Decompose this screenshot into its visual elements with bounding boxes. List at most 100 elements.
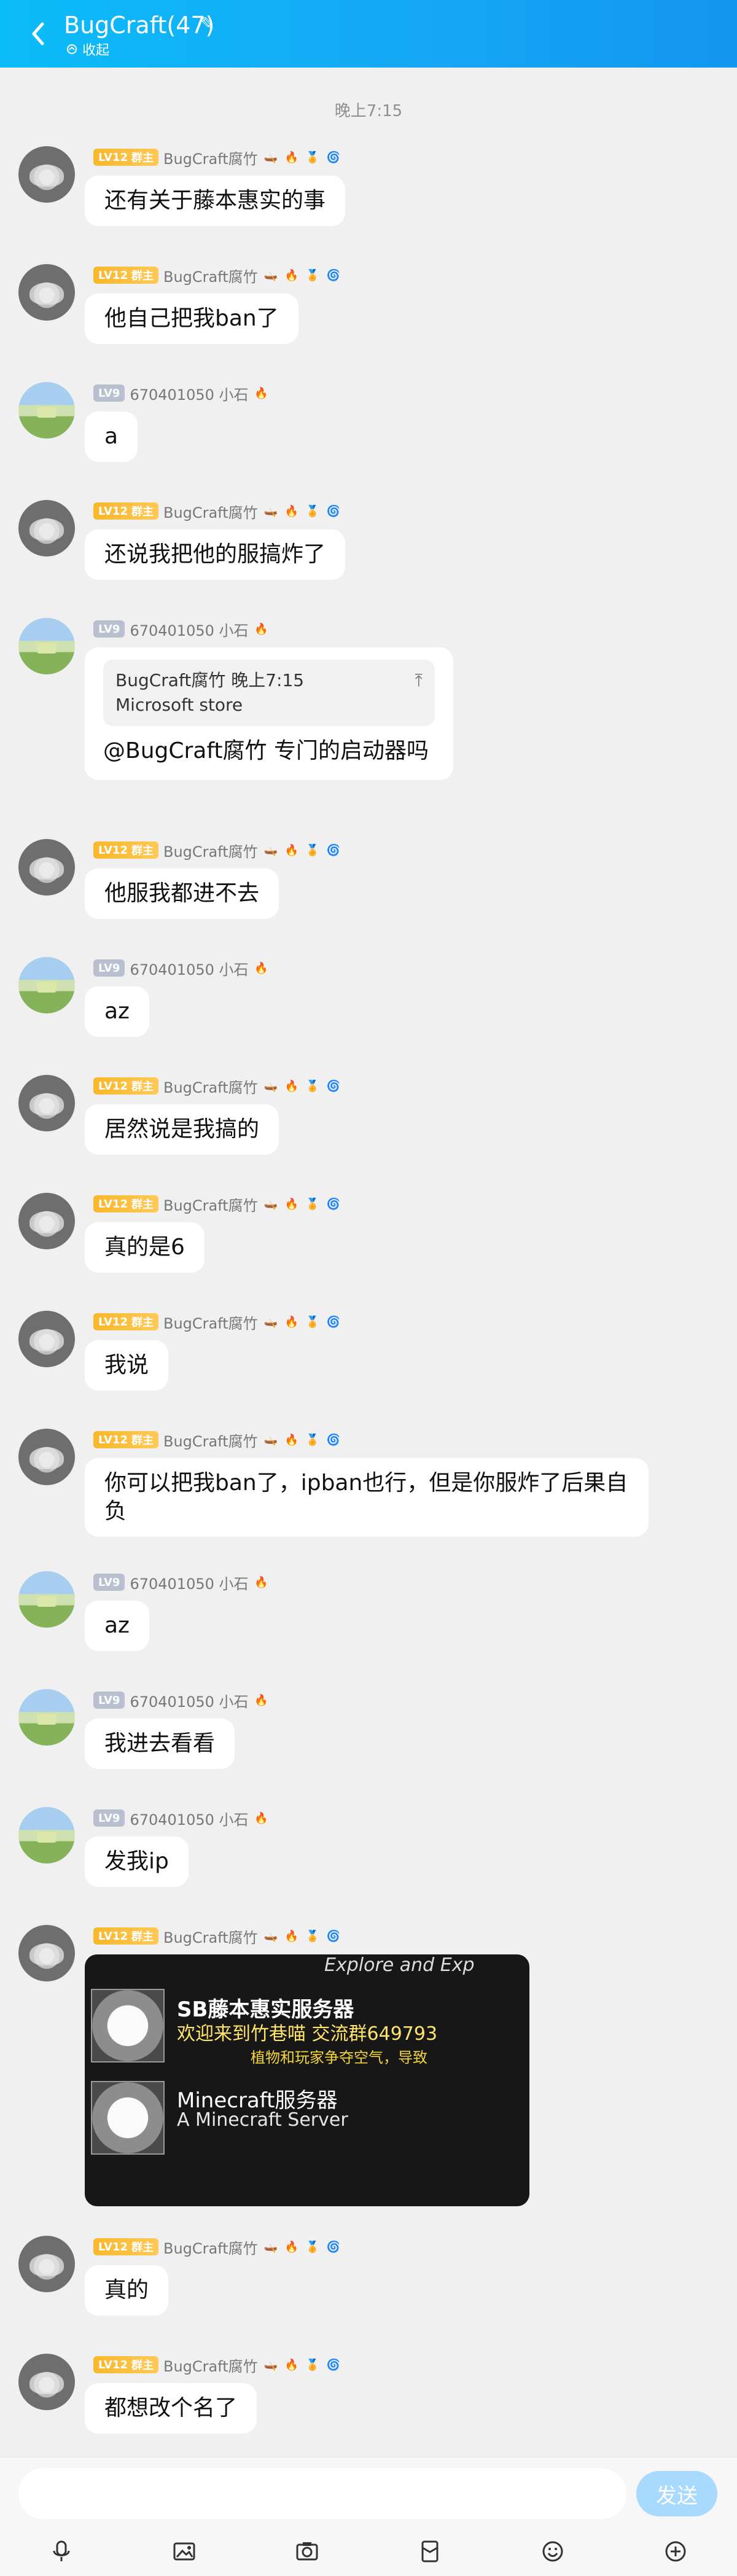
avatar[interactable] [18, 1925, 75, 1981]
message-input[interactable] [18, 2469, 626, 2519]
spiral-icon: 🌀 [326, 1929, 340, 1943]
message-meta: LV12 群主 BugCraft腐竹 🛶 🔥 🏅 🌀 [93, 2236, 341, 2258]
message-row: LV12 群主 BugCraft腐竹 🛶 🔥 🏅 🌀 你可以把我ban了，ipba… [0, 1429, 737, 1558]
message-bubble[interactable]: 居然说是我搞的 [85, 1104, 279, 1155]
avatar[interactable] [18, 1075, 75, 1131]
sender-name: BugCraft腐竹 [163, 1432, 258, 1450]
level-badge: LV9 [93, 384, 125, 402]
message-bubble[interactable]: a [85, 412, 138, 462]
message-bubble[interactable]: 真的 [85, 2265, 169, 2316]
message-bubble[interactable]: 我进去看看 [85, 1719, 235, 1769]
message-row: LV12 群主 BugCraft腐竹 🛶 🔥 🏅 🌀 我说 [0, 1311, 737, 1403]
boat-icon: 🛶 [263, 268, 278, 282]
spiral-icon: 🌀 [326, 1315, 340, 1329]
quoted-time: 晚上7:15 [231, 670, 305, 690]
avatar[interactable] [18, 2236, 75, 2292]
avatar[interactable] [18, 2354, 75, 2410]
avatar[interactable] [18, 1807, 75, 1864]
edit-icon[interactable]: ✎ [200, 14, 214, 34]
message-bubble[interactable]: 都想改个名了 [85, 2383, 257, 2434]
send-button[interactable]: 发送 [636, 2471, 717, 2516]
message-row: LV9 670401050 小石 🔥 发我ip [0, 1807, 737, 1899]
quoted-text: Microsoft store [115, 695, 243, 715]
mic-icon[interactable] [48, 2538, 75, 2565]
message-bubble[interactable]: 我说 [85, 1340, 169, 1391]
sender-name: 670401050 小石 [130, 961, 249, 978]
avatar[interactable] [18, 264, 75, 321]
avatar[interactable] [18, 1571, 75, 1628]
message-row: LV12 群主 BugCraft腐竹 🛶 🔥 🏅 🌀 居然说是我搞的 [0, 1075, 737, 1167]
chat-header: BugCraft(47) ✎ 收起 [0, 0, 737, 68]
avatar[interactable] [18, 146, 75, 203]
medal-icon: 🏅 [305, 1433, 319, 1446]
avatar[interactable] [18, 500, 75, 556]
message-bubble[interactable]: 发我ip [85, 1836, 189, 1887]
avatar[interactable] [18, 1689, 75, 1746]
boat-icon: 🛶 [263, 2358, 278, 2371]
medal-icon: 🏅 [305, 504, 319, 518]
image-line-2: 欢迎来到竹巷喵 交流群649793 [177, 2023, 438, 2045]
message-bubble[interactable]: BugCraft腐竹 晚上7:15 Microsoft store ⤒ @Bug… [85, 647, 453, 780]
level-badge: LV12 群主 [93, 1313, 158, 1330]
avatar[interactable] [18, 839, 75, 896]
message-bubble[interactable]: 他服我都进不去 [85, 868, 279, 919]
collapse-toggle[interactable]: 收起 [66, 39, 109, 59]
message-bubble[interactable]: 他自己把我ban了 [85, 294, 298, 344]
message-meta: LV9 670401050 小石 🔥 [93, 618, 270, 640]
medal-icon: 🏅 [305, 843, 319, 857]
avatar[interactable] [18, 957, 75, 1013]
fire-icon: 🔥 [254, 386, 268, 400]
message-bubble[interactable]: 真的是6 [85, 1222, 205, 1273]
message-bubble[interactable]: az [85, 1601, 149, 1651]
boat-icon: 🛶 [263, 1433, 278, 1446]
fire-icon: 🔥 [284, 504, 298, 518]
boat-icon: 🛶 [263, 504, 278, 518]
message-bubble[interactable]: 还说我把他的服搞炸了 [85, 529, 346, 580]
message-row: LV12 群主 BugCraft腐竹 🛶 🔥 🏅 🌀 他服我都进不去 [0, 839, 737, 931]
boat-icon: 🛶 [263, 1079, 278, 1093]
medal-icon: 🏅 [305, 150, 319, 164]
spiral-icon: 🌀 [326, 843, 340, 857]
boat-icon: 🛶 [263, 843, 278, 857]
medal-icon: 🏅 [305, 1929, 319, 1943]
sender-name: BugCraft腐竹 [163, 2357, 258, 2375]
emoji-icon[interactable] [539, 2538, 566, 2565]
jump-to-icon[interactable]: ⤒ [415, 668, 423, 693]
message-bubble[interactable]: az [85, 986, 149, 1037]
message-row: LV12 群主 BugCraft腐竹 🛶 🔥 🏅 🌀 还说我把他的服搞炸了 [0, 500, 737, 592]
back-button[interactable] [25, 18, 52, 49]
medal-icon: 🏅 [305, 1079, 319, 1093]
spiral-icon: 🌀 [326, 2240, 340, 2254]
message-meta: LV12 群主 BugCraft腐竹 🛶 🔥 🏅 🌀 [93, 1311, 341, 1333]
red-packet-icon[interactable] [416, 2538, 443, 2565]
level-badge: LV9 [93, 1574, 125, 1591]
medal-icon: 🏅 [305, 2358, 319, 2371]
image-line-3: 植物和玩家争夺空气，导致 [251, 2049, 427, 2066]
message-bubble[interactable]: 你可以把我ban了，ipban也行，但是你服炸了后果自负 [85, 1458, 649, 1537]
avatar[interactable] [18, 382, 75, 439]
sender-name: BugCraft腐竹 [163, 268, 258, 286]
quoted-message[interactable]: BugCraft腐竹 晚上7:15 Microsoft store ⤒ [103, 660, 435, 726]
avatar[interactable] [18, 1429, 75, 1485]
spiral-icon: 🌀 [326, 150, 340, 164]
message-meta: LV9 670401050 小石 🔥 [93, 1571, 270, 1593]
fire-icon: 🔥 [284, 1315, 298, 1329]
sender-name: 670401050 小石 [130, 1811, 249, 1829]
camera-icon[interactable] [294, 2538, 321, 2565]
sender-name: 670401050 小石 [130, 386, 249, 404]
image-message[interactable]: Explore and Exp SB藤本惠实服务器 欢迎来到竹巷喵 交流群649… [85, 1954, 529, 2206]
sender-name: BugCraft腐竹 [163, 504, 258, 521]
plus-icon[interactable] [662, 2538, 689, 2565]
sender-name: BugCraft腐竹 [163, 2239, 258, 2257]
image-icon[interactable] [171, 2538, 198, 2565]
medal-icon: 🏅 [305, 1197, 319, 1211]
message-meta: LV9 670401050 小石 🔥 [93, 1689, 270, 1711]
avatar[interactable] [18, 618, 75, 674]
level-badge: LV12 群主 [93, 502, 158, 520]
message-meta: LV12 群主 BugCraft腐竹 🛶 🔥 🏅 🌀 [93, 1925, 341, 1947]
avatar[interactable] [18, 1193, 75, 1249]
message-bubble[interactable]: 还有关于藤本惠实的事 [85, 176, 346, 226]
chevron-left-icon [32, 22, 44, 45]
boat-icon: 🛶 [263, 2240, 278, 2254]
avatar[interactable] [18, 1311, 75, 1367]
